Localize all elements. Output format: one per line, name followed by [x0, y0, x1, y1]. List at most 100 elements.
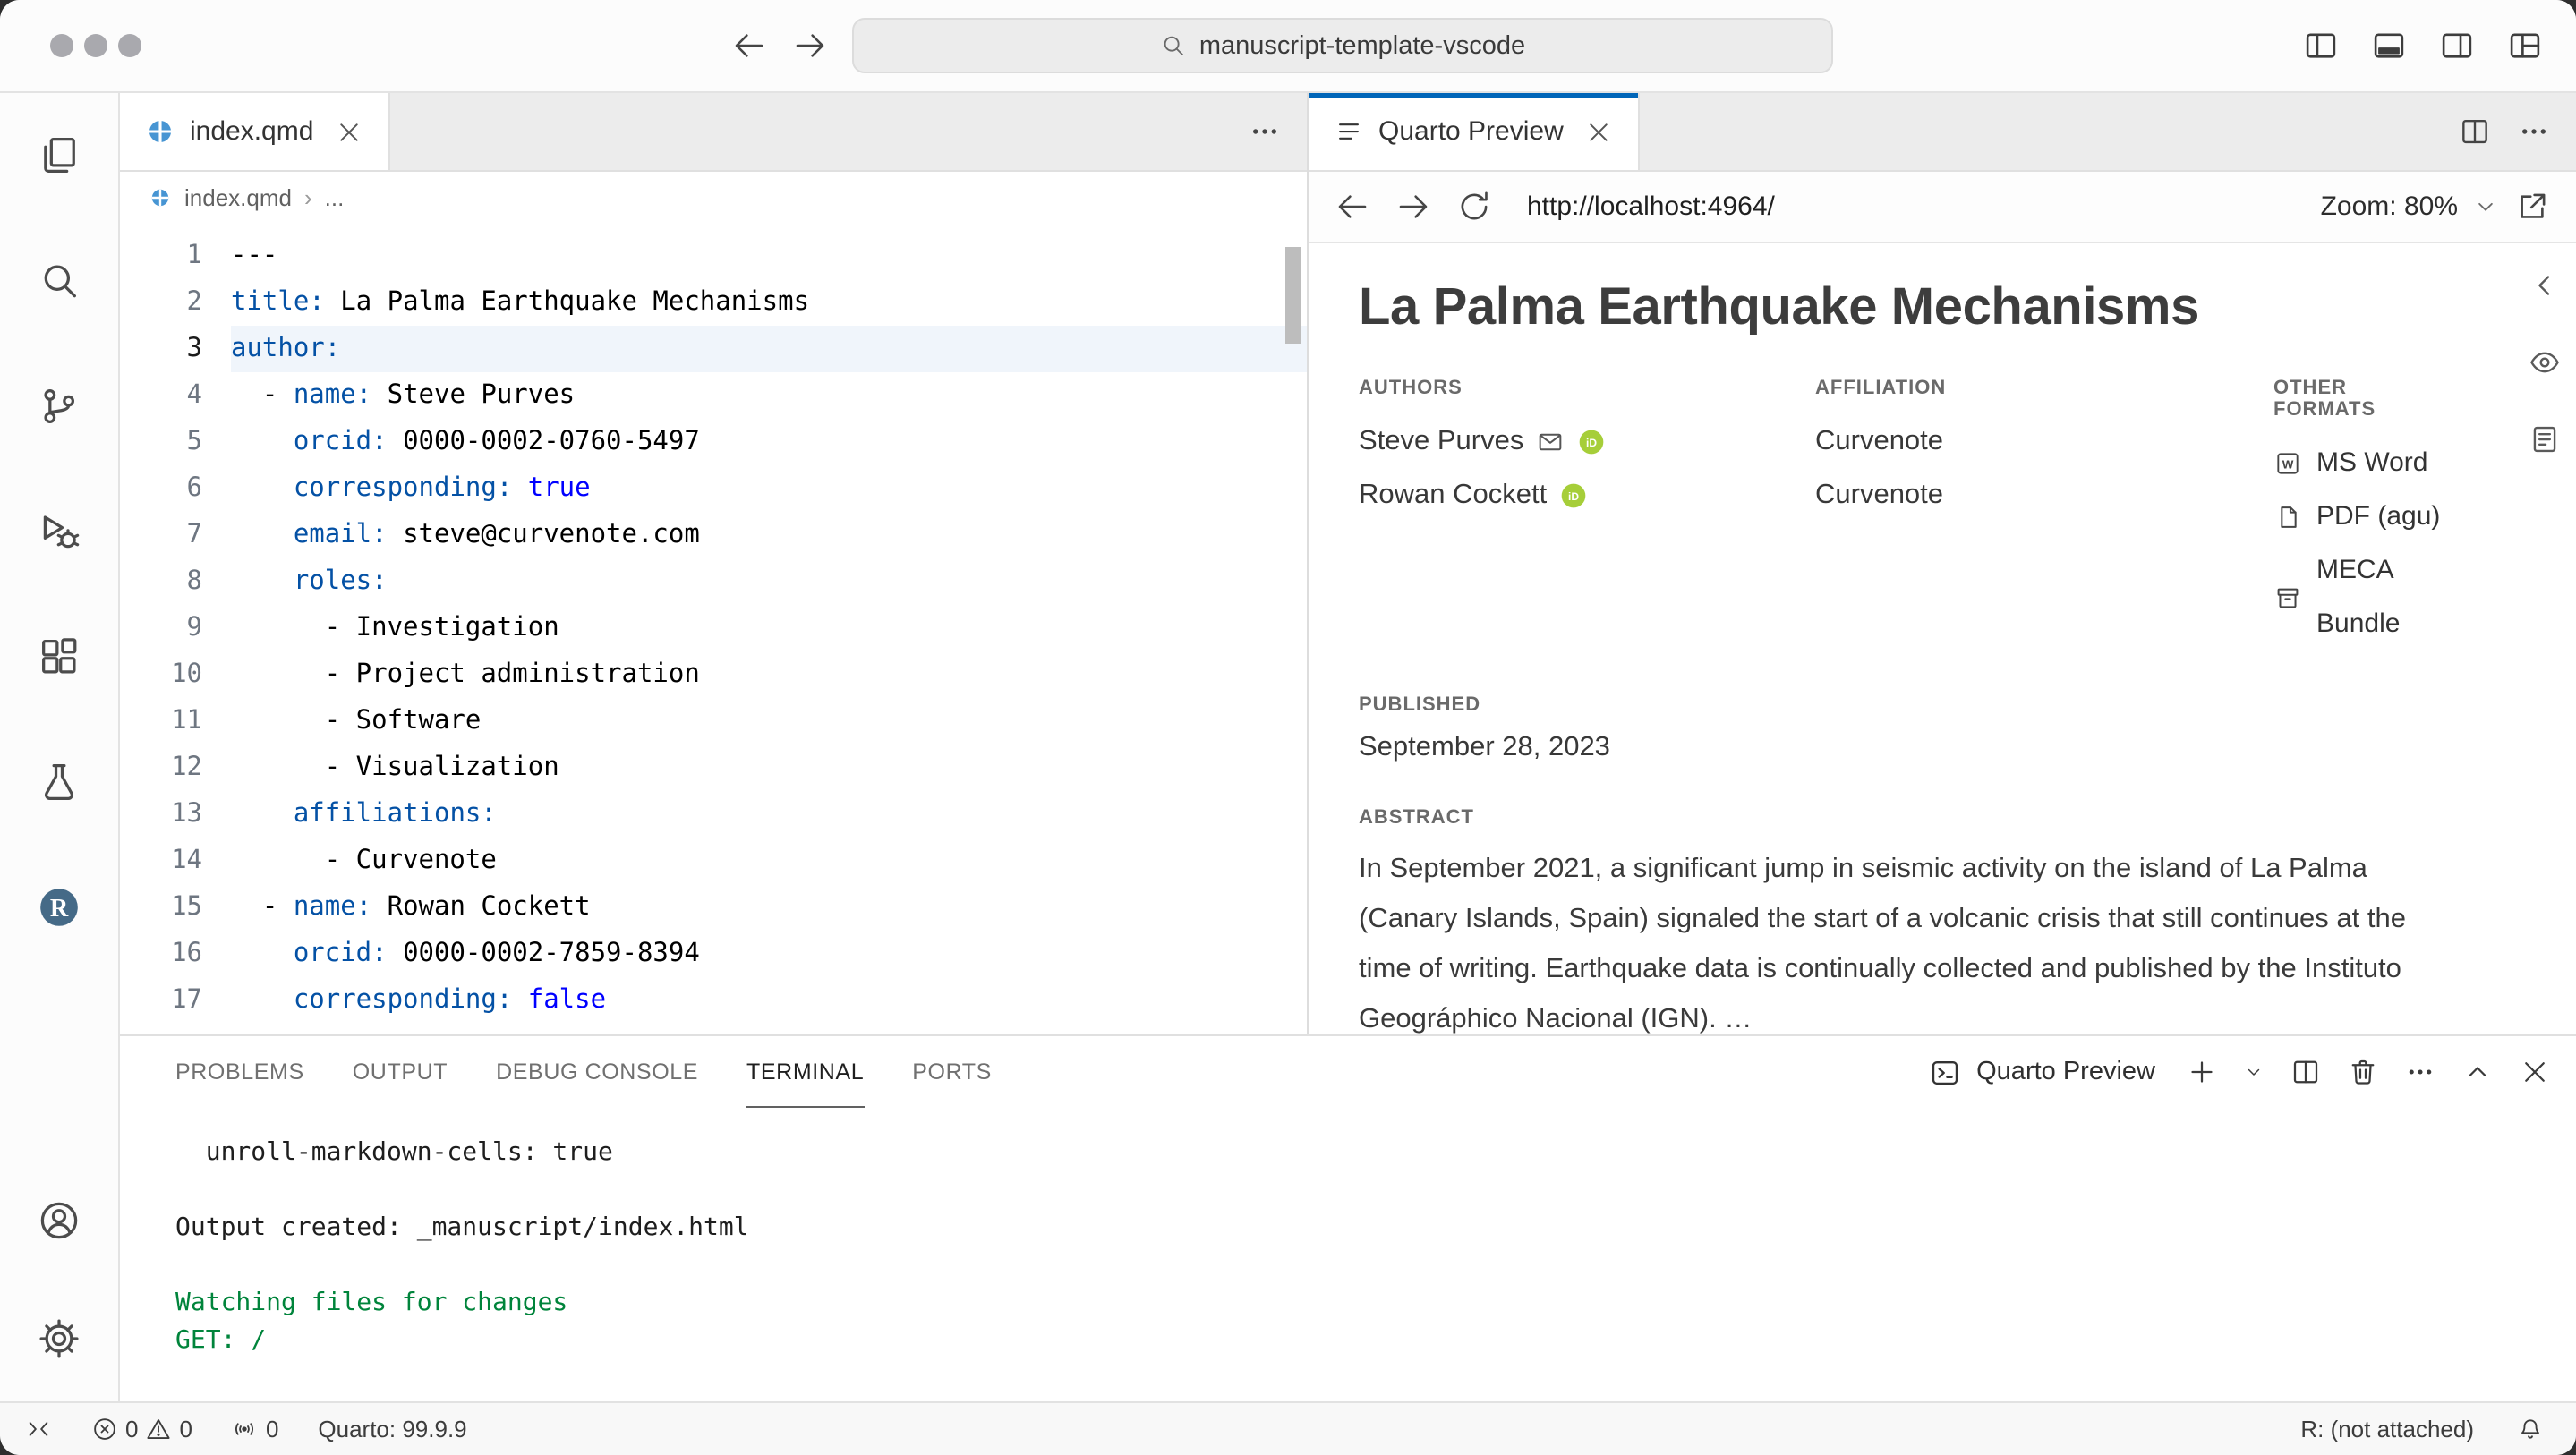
problems-status[interactable]: 0 0 — [81, 1403, 203, 1455]
code-line[interactable]: email: steve@curvenote.com — [231, 512, 1307, 558]
code-line[interactable]: roles: — [231, 558, 1307, 605]
format-link[interactable]: PDF (agu) — [2273, 490, 2451, 544]
terminal-line — [175, 1247, 2576, 1285]
kill-terminal-icon[interactable] — [2347, 1056, 2379, 1088]
notes-icon[interactable] — [2528, 422, 2562, 456]
customize-layout-icon[interactable] — [2506, 27, 2544, 64]
toggle-panel-icon[interactable] — [2370, 27, 2408, 64]
email-icon[interactable] — [1536, 428, 1565, 456]
remote-indicator[interactable] — [14, 1403, 63, 1455]
code-editor[interactable]: 1234567891011121314151617 ---title: La P… — [120, 222, 1307, 1034]
orcid-icon[interactable]: iD — [1577, 428, 1606, 456]
source-control-icon[interactable] — [0, 344, 119, 469]
breadcrumb-file[interactable]: index.qmd — [184, 183, 292, 210]
minimize-window-button[interactable] — [84, 34, 107, 57]
code-line[interactable]: - Visualization — [231, 745, 1307, 791]
quarto-version-status[interactable]: Quarto: 99.9.9 — [307, 1403, 477, 1455]
authors-column: AUTHORS Steve PurvesiDRowan CockettiD — [1359, 378, 1815, 651]
preview-reload-icon[interactable] — [1455, 188, 1493, 225]
preview-more-actions-icon[interactable] — [2517, 115, 2551, 149]
close-tab-icon[interactable] — [335, 117, 363, 146]
code-line[interactable]: --- — [231, 233, 1307, 279]
panel-tab-output[interactable]: OUTPUT — [353, 1036, 448, 1108]
editor-group: index.qmd index.qmd › ... — [120, 93, 1309, 1034]
status-bar: 0 0 0 Quarto: 99.9.9 R: (not attached) — [0, 1401, 2576, 1455]
format-link[interactable]: WMS Word — [2273, 437, 2451, 490]
code-line[interactable]: corresponding: false — [231, 977, 1307, 1024]
notifications[interactable] — [2506, 1403, 2555, 1455]
line-number: 9 — [120, 605, 202, 651]
code-line[interactable]: corresponding: true — [231, 465, 1307, 512]
explorer-icon[interactable] — [0, 93, 119, 218]
code-line[interactable]: affiliations: — [231, 791, 1307, 838]
extensions-icon[interactable] — [0, 594, 119, 719]
history-forward-icon[interactable] — [791, 27, 829, 64]
tab-index-qmd[interactable]: index.qmd — [120, 93, 390, 170]
preview-eye-icon[interactable] — [2528, 345, 2562, 379]
panel-tab-problems[interactable]: PROBLEMS — [175, 1036, 304, 1108]
affiliation-item: Curvenote — [1815, 469, 2273, 523]
panel-more-icon[interactable] — [2404, 1056, 2436, 1088]
panel-tab-debug-console[interactable]: DEBUG CONSOLE — [496, 1036, 698, 1108]
toggle-secondary-sidebar-icon[interactable] — [2438, 27, 2476, 64]
account-icon[interactable] — [0, 1161, 119, 1280]
editor-scrollbar[interactable] — [1285, 247, 1301, 344]
orcid-icon[interactable]: iD — [1559, 481, 1588, 510]
run-and-debug-icon[interactable] — [0, 469, 119, 594]
zoom-dropdown-icon[interactable] — [2472, 193, 2499, 220]
testing-icon[interactable] — [0, 719, 119, 845]
svg-text:R: R — [50, 895, 69, 923]
settings-icon[interactable] — [0, 1280, 119, 1398]
maximize-panel-icon[interactable] — [2461, 1056, 2494, 1088]
code-line[interactable]: orcid: 0000-0002-7859-8394 — [231, 931, 1307, 977]
published-date: September 28, 2023 — [1359, 732, 2451, 764]
split-terminal-icon[interactable] — [2290, 1056, 2322, 1088]
panel-tab-terminal[interactable]: TERMINAL — [746, 1036, 864, 1108]
code-line[interactable]: - Curvenote — [231, 838, 1307, 884]
close-tab-icon[interactable] — [1585, 117, 1614, 146]
close-panel-icon[interactable] — [2519, 1056, 2551, 1088]
editor-gutter: 1234567891011121314151617 — [120, 233, 231, 1034]
panel-tab-ports[interactable]: PORTS — [912, 1036, 992, 1108]
broadcast-icon — [232, 1416, 259, 1442]
author-row: Steve PurvesiD — [1359, 415, 1815, 469]
terminal-dropdown-icon[interactable] — [2243, 1061, 2265, 1083]
ports-status[interactable]: 0 — [221, 1403, 289, 1455]
code-line[interactable]: title: La Palma Earthquake Mechanisms — [231, 279, 1307, 326]
split-editor-icon[interactable] — [2458, 115, 2492, 149]
r-status[interactable]: R: (not attached) — [2290, 1403, 2485, 1455]
code-line[interactable]: - name: Rowan Cockett — [231, 884, 1307, 931]
tab-quarto-preview[interactable]: Quarto Preview — [1309, 93, 1641, 170]
breadcrumb[interactable]: index.qmd › ... — [120, 172, 1307, 222]
quarto-file-icon — [149, 185, 172, 208]
preview-url[interactable]: http://localhost:4964/ — [1527, 191, 1775, 222]
format-link[interactable]: MECA Bundle — [2273, 544, 2451, 651]
code-line[interactable]: author: — [231, 326, 1307, 372]
r-extension-icon[interactable]: R — [0, 845, 119, 970]
active-terminal[interactable]: Quarto Preview — [1928, 1055, 2155, 1089]
bell-icon — [2517, 1416, 2544, 1442]
open-external-icon[interactable] — [2513, 188, 2551, 225]
zoom-level[interactable]: Zoom: 80% — [2321, 191, 2458, 222]
new-terminal-icon[interactable] — [2186, 1056, 2218, 1088]
preview-forward-icon[interactable] — [1395, 188, 1432, 225]
terminal-line — [175, 1172, 2576, 1210]
code-line[interactable]: - name: Steve Purves — [231, 372, 1307, 419]
search-icon[interactable] — [0, 218, 119, 344]
expand-sidebar-icon[interactable] — [2528, 268, 2562, 302]
close-window-button[interactable] — [50, 34, 73, 57]
zoom-window-button[interactable] — [118, 34, 141, 57]
toggle-primary-sidebar-icon[interactable] — [2302, 27, 2340, 64]
editor-more-actions-icon[interactable] — [1248, 115, 1282, 149]
code-line[interactable]: orcid: 0000-0002-0760-5497 — [231, 419, 1307, 465]
history-back-icon[interactable] — [730, 27, 768, 64]
breadcrumb-more[interactable]: ... — [325, 183, 345, 210]
code-line[interactable]: - Project administration — [231, 651, 1307, 698]
terminal-output[interactable]: unroll-markdown-cells: true Output creat… — [120, 1108, 2576, 1401]
code-line[interactable]: - Software — [231, 698, 1307, 745]
line-number: 10 — [120, 651, 202, 698]
preview-back-icon[interactable] — [1334, 188, 1371, 225]
command-center-search[interactable]: manuscript-template-vscode — [852, 18, 1833, 73]
vscode-window: manuscript-template-vscode R — [0, 0, 2576, 1455]
code-line[interactable]: - Investigation — [231, 605, 1307, 651]
